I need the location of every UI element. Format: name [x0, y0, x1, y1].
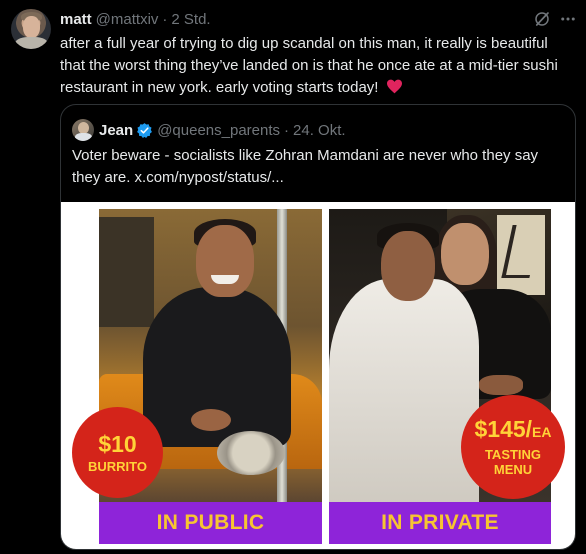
- quoted-tweet[interactable]: Jean @queens_parents · 24. Okt. Voter be…: [60, 104, 576, 550]
- quoted-image[interactable]: $10 BURRITO $145/EA TASTING MENU IN PUBLI…: [61, 202, 575, 549]
- badge-label: TASTING MENU: [484, 447, 542, 477]
- grok-icon[interactable]: [533, 10, 551, 28]
- price-badge-tasting-menu: $145/EA TASTING MENU: [461, 395, 565, 499]
- quoted-header: Jean @queens_parents · 24. Okt.: [72, 119, 346, 141]
- price-badge-burrito: $10 BURRITO: [72, 407, 163, 498]
- banner-in-private: IN PRIVATE: [329, 502, 551, 544]
- badge-label: BURRITO: [88, 458, 147, 474]
- badge-price: $145/EA: [474, 416, 552, 442]
- badge-unit: EA: [532, 424, 552, 440]
- quoted-author-handle: @queens_parents: [157, 121, 281, 139]
- quoted-text: Voter beware - socialists like Zohran Ma…: [72, 147, 539, 186]
- badge-price: $10: [98, 430, 137, 457]
- tweet-header: matt @mattxiv · 2 Std.: [60, 10, 211, 28]
- post-text: after a full year of trying to dig up sc…: [60, 33, 572, 99]
- more-options-icon[interactable]: [559, 10, 577, 28]
- quoted-author-avatar: [72, 119, 94, 141]
- separator-dot: ·: [162, 10, 168, 28]
- quoted-separator-dot: ·: [284, 121, 290, 139]
- tweet[interactable]: matt @mattxiv · 2 Std. after a full year…: [0, 0, 586, 554]
- quoted-author-name: Jean: [99, 121, 134, 139]
- heart-icon: [386, 79, 402, 94]
- author-avatar[interactable]: [11, 9, 51, 49]
- post-text-content: after a full year of trying to dig up sc…: [60, 35, 558, 96]
- author-handle[interactable]: @mattxiv: [96, 11, 159, 28]
- post-time[interactable]: 2 Std.: [171, 11, 210, 28]
- quoted-post-time: 24. Okt.: [293, 121, 346, 139]
- author-name[interactable]: matt: [60, 11, 92, 28]
- banner-in-public: IN PUBLIC: [99, 502, 322, 544]
- verified-badge-icon: [137, 122, 153, 138]
